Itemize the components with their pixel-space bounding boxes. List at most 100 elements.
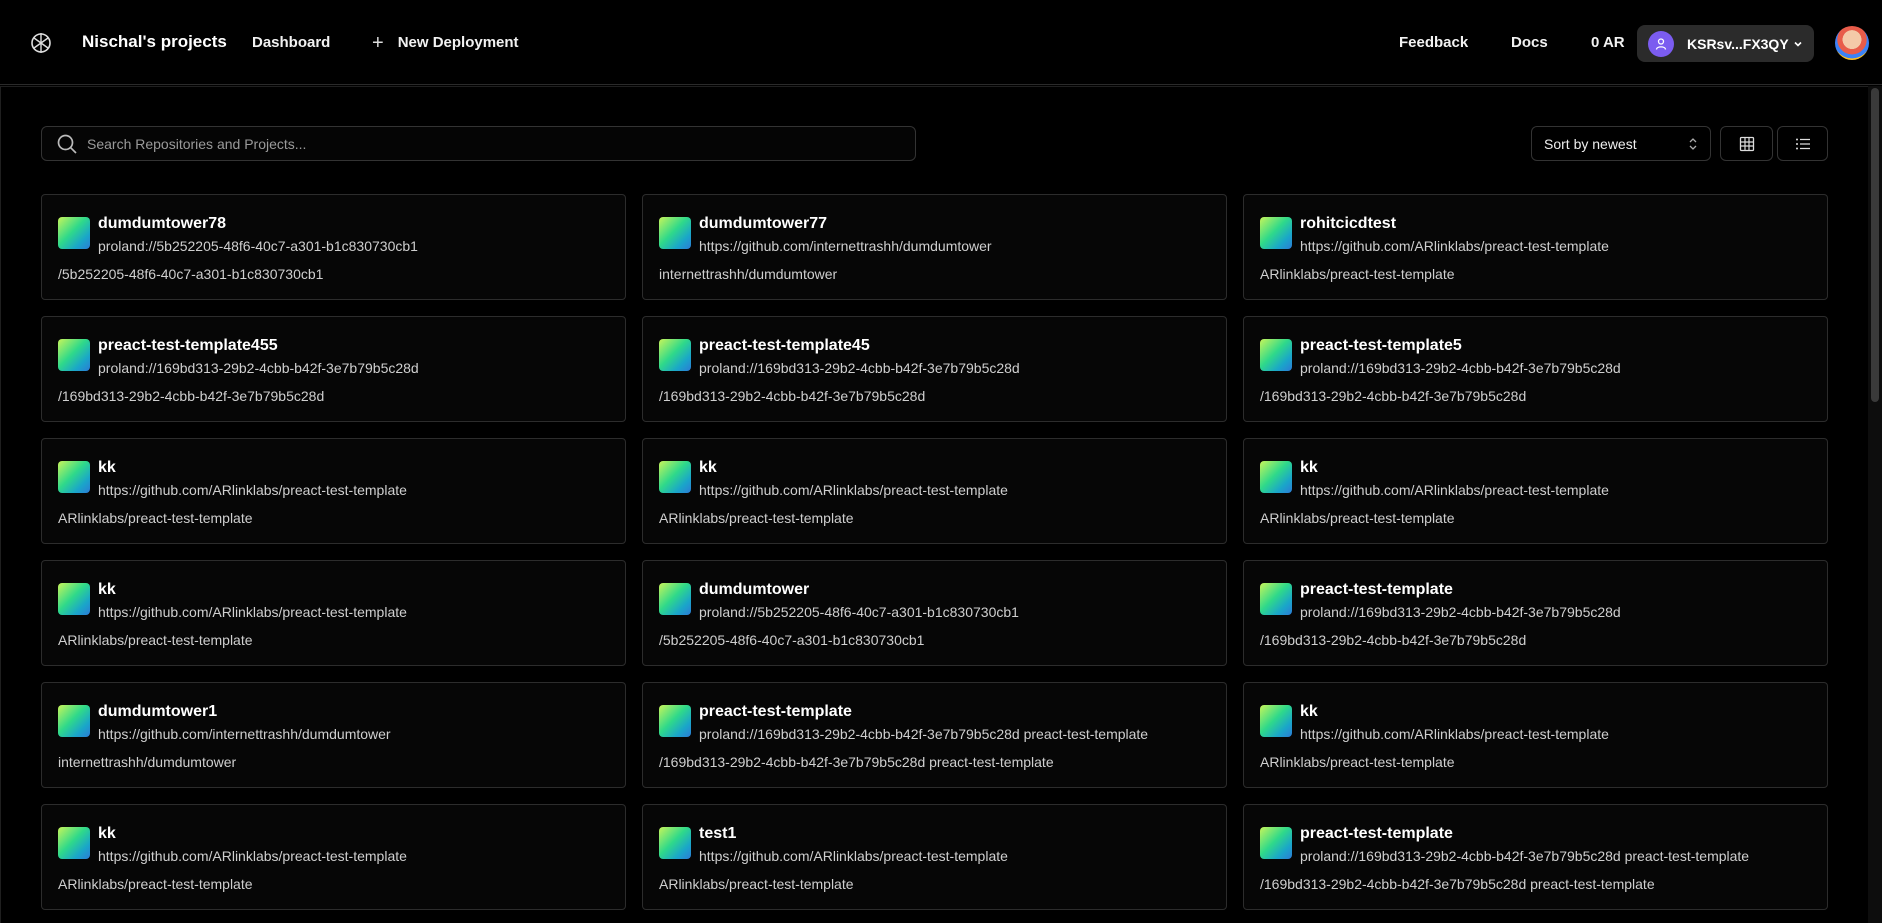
project-url: proland://169bd313-29b2-4cbb-b42f-3e7b79…: [98, 360, 419, 376]
project-icon: [58, 461, 90, 493]
project-icon: [58, 217, 90, 249]
new-deployment-button[interactable]: + New Deployment: [372, 31, 519, 54]
project-name: preact-test-template: [1300, 825, 1453, 842]
list-view-icon: [1795, 138, 1810, 149]
app-logo-icon[interactable]: [28, 30, 54, 56]
project-url: https://github.com/ARlinklabs/preact-tes…: [98, 482, 407, 498]
project-card[interactable]: dumdumtower78 proland://5b252205-48f6-40c…: [41, 194, 626, 300]
project-name: kk: [98, 581, 116, 598]
project-path: internettrashh/dumdumtower: [659, 266, 838, 282]
sort-label: Sort by newest: [1544, 135, 1637, 152]
project-path: /169bd313-29b2-4cbb-b42f-3e7b79b5c28d: [1260, 388, 1527, 404]
grid-view-button[interactable]: [1720, 126, 1773, 161]
project-url: https://github.com/ARlinklabs/preact-tes…: [1300, 726, 1609, 742]
project-title[interactable]: Nischal's projects: [82, 32, 227, 52]
project-url: https://github.com/ARlinklabs/preact-tes…: [98, 848, 407, 864]
profile-avatar[interactable]: [1835, 26, 1869, 60]
project-icon: [659, 217, 691, 249]
project-card[interactable]: test1 https://github.com/ARlinklabs/preac…: [642, 804, 1227, 910]
project-name: kk: [98, 825, 116, 842]
project-url: proland://5b252205-48f6-40c7-a301-b1c830…: [98, 238, 418, 254]
project-card[interactable]: kk https://github.com/ARlinklabs/preact-t…: [41, 560, 626, 666]
project-icon: [659, 461, 691, 493]
project-icon: [1260, 217, 1292, 249]
project-name: rohitcicdtest: [1300, 215, 1397, 232]
project-icon: [58, 339, 90, 371]
project-name: preact-test-template455: [98, 337, 278, 354]
project-path: ARlinklabs/preact-test-template: [1260, 754, 1455, 770]
project-url: https://github.com/ARlinklabs/preact-tes…: [1300, 238, 1609, 254]
project-path: ARlinklabs/preact-test-template: [58, 876, 253, 892]
project-path: ARlinklabs/preact-test-template: [58, 632, 253, 648]
project-card[interactable]: kk https://github.com/ARlinklabs/preact-t…: [1243, 682, 1828, 788]
project-card[interactable]: preact-test-template455 proland://169bd31…: [41, 316, 626, 422]
project-path: /169bd313-29b2-4cbb-b42f-3e7b79b5c28d pr…: [1260, 876, 1655, 892]
project-card[interactable]: kk https://github.com/ARlinklabs/preact-t…: [41, 438, 626, 544]
docs-link[interactable]: Docs: [1511, 34, 1548, 51]
list-view-button[interactable]: [1777, 126, 1828, 161]
project-name: preact-test-template: [699, 703, 852, 720]
user-icon: [1648, 30, 1674, 57]
wallet-button[interactable]: KSRsv...FX3QY: [1637, 25, 1814, 62]
search-input[interactable]: [87, 135, 907, 152]
project-url: https://github.com/internettrashh/dumdum…: [98, 726, 391, 742]
project-path: /169bd313-29b2-4cbb-b42f-3e7b79b5c28d: [58, 388, 325, 404]
project-icon: [1260, 339, 1292, 371]
project-url: https://github.com/internettrashh/dumdum…: [699, 238, 992, 254]
project-name: preact-test-template5: [1300, 337, 1462, 354]
project-name: dumdumtower78: [98, 215, 227, 232]
project-url: proland://169bd313-29b2-4cbb-b42f-3e7b79…: [1300, 604, 1621, 620]
project-url: https://github.com/ARlinklabs/preact-tes…: [699, 848, 1008, 864]
project-card[interactable]: preact-test-template45 proland://169bd313…: [642, 316, 1227, 422]
project-name: preact-test-template: [1300, 581, 1453, 598]
project-card[interactable]: preact-test-template proland://169bd313-2…: [1243, 560, 1828, 666]
project-icon: [58, 583, 90, 615]
project-path: ARlinklabs/preact-test-template: [1260, 510, 1455, 526]
plus-icon: +: [372, 31, 384, 54]
project-name: dumdumtower1: [98, 703, 218, 720]
project-card[interactable]: dumdumtower proland://5b252205-48f6-40c7-…: [642, 560, 1227, 666]
project-url: proland://169bd313-29b2-4cbb-b42f-3e7b79…: [1300, 848, 1750, 864]
feedback-link[interactable]: Feedback: [1399, 34, 1468, 51]
project-name: kk: [699, 459, 717, 476]
project-name: dumdumtower77: [699, 215, 828, 232]
project-path: /5b252205-48f6-40c7-a301-b1c830730cb1: [659, 632, 925, 648]
project-icon: [659, 339, 691, 371]
sort-select[interactable]: Sort by newest: [1531, 126, 1711, 161]
project-card[interactable]: preact-test-template proland://169bd313-2…: [642, 682, 1227, 788]
project-icon: [1260, 583, 1292, 615]
project-card[interactable]: rohitcicdtest https://github.com/ARlinkla…: [1243, 194, 1828, 300]
project-icon: [1260, 705, 1292, 737]
project-card[interactable]: preact-test-template proland://169bd313-2…: [1243, 804, 1828, 910]
project-card[interactable]: kk https://github.com/ARlinklabs/preact-t…: [1243, 438, 1828, 544]
project-path: /5b252205-48f6-40c7-a301-b1c830730cb1: [58, 266, 324, 282]
sort-arrows-icon: [1689, 137, 1697, 150]
project-path: ARlinklabs/preact-test-template: [1260, 266, 1455, 282]
project-card[interactable]: preact-test-template5 proland://169bd313-…: [1243, 316, 1828, 422]
project-card[interactable]: dumdumtower1 https://github.com/internett…: [41, 682, 626, 788]
project-path: internettrashh/dumdumtower: [58, 754, 237, 770]
search-bar[interactable]: [41, 126, 916, 161]
scrollbar[interactable]: [1868, 86, 1882, 923]
nav-dashboard-link[interactable]: Dashboard: [252, 34, 330, 51]
project-path: /169bd313-29b2-4cbb-b42f-3e7b79b5c28d: [1260, 632, 1527, 648]
ar-balance: 0 AR: [1591, 34, 1625, 51]
project-name: dumdumtower: [699, 581, 810, 598]
scrollbar-thumb[interactable]: [1871, 88, 1879, 402]
project-path: ARlinklabs/preact-test-template: [58, 510, 253, 526]
project-url: https://github.com/ARlinklabs/preact-tes…: [699, 482, 1008, 498]
search-icon: [57, 134, 77, 154]
project-path: ARlinklabs/preact-test-template: [659, 876, 854, 892]
project-icon: [58, 705, 90, 737]
project-icon: [1260, 461, 1292, 493]
project-card[interactable]: kk https://github.com/ARlinklabs/preact-t…: [41, 804, 626, 910]
project-name: kk: [1300, 459, 1318, 476]
project-path: ARlinklabs/preact-test-template: [659, 510, 854, 526]
project-url: proland://169bd313-29b2-4cbb-b42f-3e7b79…: [699, 726, 1149, 742]
project-path: /169bd313-29b2-4cbb-b42f-3e7b79b5c28d: [659, 388, 926, 404]
project-card[interactable]: kk https://github.com/ARlinklabs/preact-t…: [642, 438, 1227, 544]
project-icon: [58, 827, 90, 859]
project-card[interactable]: dumdumtower77 https://github.com/internet…: [642, 194, 1227, 300]
grid-view-icon: [1739, 136, 1754, 151]
project-name: kk: [98, 459, 116, 476]
